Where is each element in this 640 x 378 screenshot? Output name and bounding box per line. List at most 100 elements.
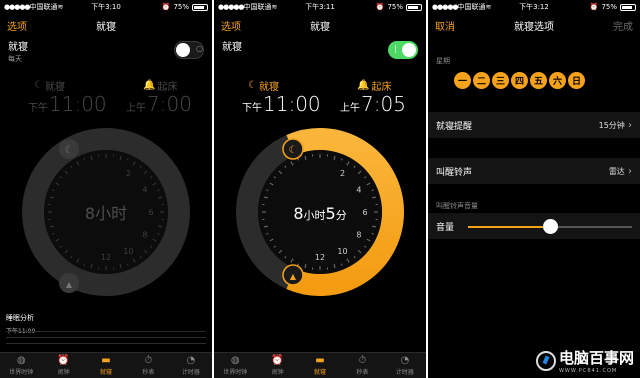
reminder-row[interactable]: 就寝提醒 15分钟 bbox=[428, 112, 640, 138]
sleep-analysis: 睡眠分析 下午11:00 bbox=[6, 313, 206, 344]
stopwatch-icon: ⏱ bbox=[144, 355, 153, 366]
divider bbox=[6, 337, 206, 338]
weekday-mon[interactable]: 一 bbox=[454, 72, 471, 89]
bedtime-switch[interactable]: ○ bbox=[174, 41, 204, 59]
weekday-thu[interactable]: 四 bbox=[511, 72, 528, 89]
tab-timer[interactable]: ◔ 计时器 bbox=[170, 353, 212, 378]
tab-label: 计时器 bbox=[395, 369, 414, 376]
status-time: 下午3:11 bbox=[305, 3, 335, 11]
weekday-sun[interactable]: 日 bbox=[568, 72, 585, 89]
dial-tick bbox=[126, 263, 129, 266]
switch-on-icon: | bbox=[394, 44, 397, 53]
bedtime-value: 下午 11:00 bbox=[242, 92, 321, 116]
globe-icon: ◍ bbox=[16, 355, 26, 366]
tab-label: 就寝 bbox=[100, 369, 113, 376]
dial-tick bbox=[83, 158, 86, 161]
dial-number: 10 bbox=[337, 247, 347, 256]
phone-screen-1: ●●●●● 中国联通 ≋ 下午3:10 ⏰ 75% 选项 就寝 就寝 每天 ○ … bbox=[0, 0, 212, 378]
bell-icon: ▲ bbox=[290, 272, 297, 281]
dial-number: 8 bbox=[142, 231, 147, 240]
dial-tick bbox=[371, 232, 374, 235]
tab-label: 闹钟 bbox=[57, 369, 70, 376]
weekday-fri[interactable]: 五 bbox=[530, 72, 547, 89]
nav-bar: 选项 就寝 bbox=[214, 14, 426, 36]
sleep-dial[interactable]: 12 2 4 6 8 10 8小时 ☾ ▲ bbox=[21, 127, 191, 297]
weekday-tue[interactable]: 二 bbox=[473, 72, 490, 89]
sleep-dial[interactable]: 12246810 8小时5分 ☾ ▲ bbox=[235, 127, 405, 297]
volume-label: 音量 bbox=[436, 222, 455, 233]
timer-icon: ◔ bbox=[400, 355, 410, 366]
dial-number: 4 bbox=[142, 186, 147, 195]
moon-icon: ☾ bbox=[289, 145, 298, 156]
tab-bar: ◍ 世界时钟 ⏰ 闹钟 ▬ 就寝 ⏱ 秒表 ◔ 计时器 bbox=[214, 352, 426, 378]
page-title: 就寝 bbox=[96, 21, 116, 33]
bedtime-switch[interactable]: | bbox=[388, 41, 418, 59]
dial-number: 12 bbox=[315, 253, 325, 262]
screenshot-collage: ●●●●● 中国联通 ≋ 下午3:10 ⏰ 75% 选项 就寝 就寝 每天 ○ … bbox=[0, 0, 640, 378]
bell-icon: ▲ bbox=[66, 280, 73, 289]
tab-label: 秒表 bbox=[142, 369, 155, 376]
analysis-title: 睡眠分析 bbox=[6, 314, 34, 322]
bedtime-toggle-row: 就寝 每天 ○ bbox=[0, 38, 212, 68]
bedtime-label-text: 就寝 bbox=[44, 82, 65, 93]
tab-label: 世界时钟 bbox=[223, 369, 248, 376]
alarm-icon: ⏰ bbox=[271, 355, 284, 366]
phone-screen-2: ●●●●● 中国联通 ≋ 下午3:11 ⏰ 75% 选项 就寝 就寝 | ☾ 就… bbox=[214, 0, 426, 378]
volume-thumb[interactable] bbox=[543, 219, 558, 234]
tab-stopwatch[interactable]: ⏱ 秒表 bbox=[127, 353, 169, 378]
phone-screen-3: ●●●●● 中国联通 ≋ 下午3:12 ⏰ 75% 取消 就寝选项 完成 星期 … bbox=[428, 0, 640, 378]
toggle-subtitle: 每天 bbox=[8, 55, 22, 63]
dial-tick bbox=[52, 189, 55, 192]
site-watermark: 电脑百事网 WWW.PC841.COM bbox=[535, 347, 634, 374]
page-title: 就寝选项 bbox=[514, 21, 554, 33]
tab-bar: ◍ 世界时钟 ⏰ 闹钟 ▬ 就寝 ⏱ 秒表 ◔ 计时器 bbox=[0, 352, 212, 378]
dial-number: 6 bbox=[148, 208, 153, 217]
weekday-picker: 一 二 三 四 五 六 日 bbox=[454, 72, 585, 89]
tab-world-clock[interactable]: ◍ 世界时钟 bbox=[214, 353, 256, 378]
status-time: 下午3:10 bbox=[91, 3, 121, 11]
wake-value: 上午 7:00 bbox=[126, 92, 192, 116]
ringtone-label: 叫醒铃声 bbox=[436, 167, 473, 178]
dial-tick bbox=[52, 232, 55, 235]
battery-icon bbox=[620, 3, 636, 11]
dial-number: 2 bbox=[340, 169, 345, 178]
wake-time: 7:05 bbox=[361, 92, 406, 116]
bedtime-prefix: 下午 bbox=[242, 103, 262, 114]
moon-icon: ☾ bbox=[34, 80, 43, 91]
weekday-wed[interactable]: 三 bbox=[492, 72, 509, 89]
volume-slider[interactable] bbox=[468, 219, 632, 234]
volume-section-label: 叫醒铃声音量 bbox=[436, 202, 478, 210]
tab-timer[interactable]: ◔ 计时器 bbox=[384, 353, 426, 378]
duration-hours: 8 bbox=[293, 204, 303, 223]
reminder-value: 15分钟 bbox=[599, 120, 632, 131]
watermark-text: 电脑百事网 bbox=[558, 349, 634, 367]
tab-stopwatch[interactable]: ⏱ 秒表 bbox=[341, 353, 383, 378]
wake-prefix: 上午 bbox=[340, 103, 360, 114]
dial-number: 8 bbox=[356, 231, 361, 240]
status-bar: ●●●●● 中国联通 ≋ 下午3:11 ⏰ 75% bbox=[214, 0, 426, 14]
duration-minutes: 5 bbox=[326, 204, 336, 223]
tab-alarm[interactable]: ⏰ 闹钟 bbox=[256, 353, 298, 378]
ringtone-row[interactable]: 叫醒铃声 雷达 bbox=[428, 158, 640, 184]
dial-tick bbox=[266, 189, 269, 192]
bedtime-time: 11:00 bbox=[263, 92, 321, 116]
switch-knob bbox=[402, 43, 416, 57]
tab-bedtime[interactable]: ▬ 就寝 bbox=[85, 353, 127, 378]
tab-bedtime[interactable]: ▬ 就寝 bbox=[299, 353, 341, 378]
tab-alarm[interactable]: ⏰ 闹钟 bbox=[42, 353, 84, 378]
tab-world-clock[interactable]: ◍ 世界时钟 bbox=[0, 353, 42, 378]
duration-hours-unit: 小时 bbox=[304, 209, 326, 222]
ringtone-value: 雷达 bbox=[609, 166, 632, 177]
weekdays-label: 星期 bbox=[436, 57, 450, 65]
duration-text: 8小时 bbox=[85, 204, 127, 223]
dial-tick bbox=[297, 158, 300, 161]
wake-time: 7:00 bbox=[147, 92, 192, 116]
status-bar: ●●●●● 中国联通 ≋ 下午3:10 ⏰ 75% bbox=[0, 0, 212, 14]
wake-label: 🔔 起床 bbox=[143, 78, 177, 93]
page-title: 就寝 bbox=[310, 21, 330, 33]
dial-number: 12 bbox=[101, 253, 111, 262]
dial-number: 2 bbox=[126, 169, 131, 178]
weekday-sat[interactable]: 六 bbox=[549, 72, 566, 89]
tab-label: 计时器 bbox=[181, 369, 200, 376]
moon-icon: ☾ bbox=[65, 145, 74, 156]
